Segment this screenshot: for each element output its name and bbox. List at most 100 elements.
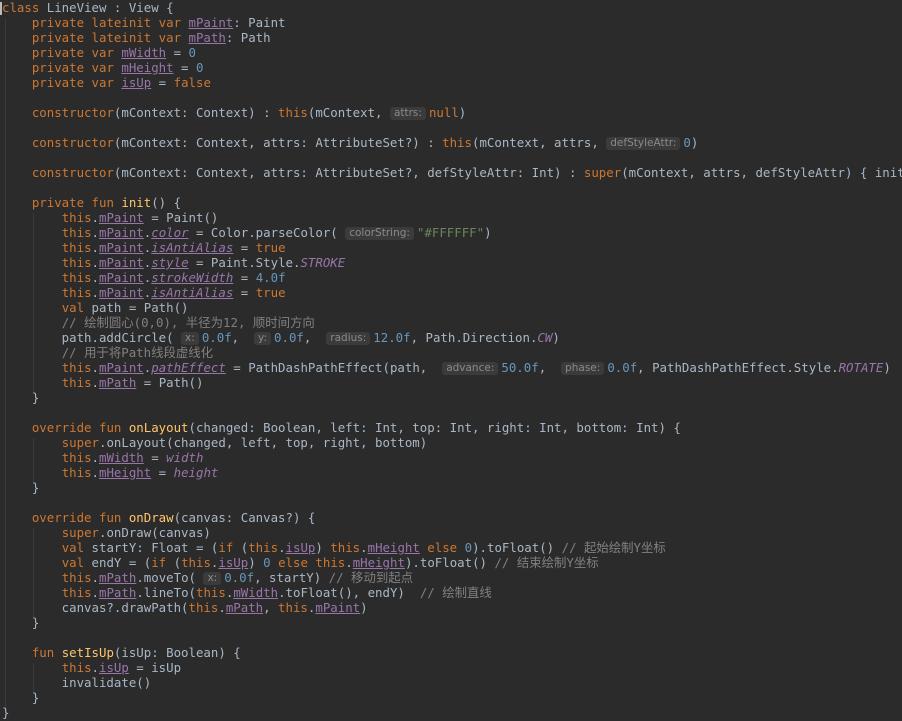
code-token: = (151, 75, 174, 90)
code-line[interactable]: override fun onLayout(changed: Boolean, … (2, 420, 681, 435)
parameter-hint: x: (181, 332, 199, 345)
parameter-hint: y: (254, 332, 272, 345)
code-comment: // 用于将Path线段虚线化 (61, 345, 214, 360)
code-line[interactable]: private fun init() { (2, 195, 181, 210)
code-line[interactable]: this.mPaint.pathEffect = PathDashPathEff… (2, 360, 891, 375)
code-token: path = Path() (91, 300, 189, 315)
code-line[interactable]: path.addCircle( x: 0.0f, y: 0.0f, radius: 1… (2, 330, 560, 345)
code-token: 0 (464, 540, 473, 555)
code-line[interactable]: super.onDraw(canvas) (2, 525, 211, 540)
code-line[interactable]: class LineView : View { (2, 0, 174, 15)
code-line[interactable]: this.mPath.moveTo( x: 0.0f, startY) // 移动… (2, 570, 413, 585)
code-token: class (2, 0, 47, 15)
code-line[interactable]: private lateinit var mPaint: Paint (2, 15, 286, 30)
code-token: (changed: Boolean, left: Int, top: Int, … (188, 420, 681, 435)
code-line[interactable]: val endY = (if (this.isUp) 0 else this.m… (2, 555, 599, 570)
code-line[interactable]: val startY: Float = (if (this.isUp) this… (2, 540, 666, 555)
code-line[interactable]: this.isUp = isUp (2, 660, 181, 675)
code-line[interactable]: } (2, 480, 39, 495)
code-token: mPaint (99, 255, 144, 270)
code-token: this (61, 570, 92, 585)
code-token: 4.0f (255, 270, 286, 285)
code-token: "#FFFFFF" (416, 225, 485, 240)
code-line[interactable]: val path = Path() (2, 300, 189, 315)
code-token: setIsUp (61, 645, 114, 660)
code-token: mHeight (99, 465, 152, 480)
code-token: mHeight (352, 555, 405, 570)
code-line[interactable]: constructor(mContext: Context, attrs: At… (2, 135, 698, 150)
code-token: this (61, 270, 92, 285)
code-token: this (61, 225, 92, 240)
code-token: . (278, 540, 286, 555)
code-token: constructor (31, 105, 114, 120)
code-token: this (196, 585, 226, 600)
code-token: ( (173, 555, 182, 570)
code-token: , startY) (254, 570, 329, 585)
code-line[interactable]: constructor(mContext: Context) : this(mC… (2, 105, 466, 120)
code-line[interactable]: // 用于将Path线段虚线化 (2, 345, 213, 360)
code-line[interactable]: this.mHeight = height (2, 465, 219, 480)
code-line[interactable]: // 绘制圆心(0,0), 半径为12, 顺时间方向 (2, 315, 315, 330)
code-line[interactable]: constructor(mContext: Context, attrs: At… (2, 165, 902, 180)
parameter-hint: x: (203, 572, 222, 585)
code-token: super (61, 435, 99, 450)
code-token: path.addCircle( (2, 330, 182, 345)
code-line[interactable]: canvas?.drawPath(this.mPath, this.mPaint… (2, 600, 368, 615)
code-line[interactable]: this.mPaint.color = Color.parseColor( co… (2, 225, 492, 240)
code-editor[interactable]: class LineView : View { private lateinit… (0, 0, 902, 721)
code-token: 50.0f (501, 360, 539, 375)
code-token: . (360, 540, 368, 555)
code-line[interactable]: override fun onDraw(canvas: Canvas?) { (2, 510, 316, 525)
code-line[interactable]: } (2, 705, 9, 720)
code-line[interactable]: } (2, 690, 39, 705)
code-line[interactable]: private var mWidth = 0 (2, 45, 196, 60)
code-line[interactable]: private lateinit var mPath: Path (2, 30, 271, 45)
code-line[interactable]: this.mPaint.style = Paint.Style.STROKE (2, 255, 346, 270)
code-line[interactable]: this.mPaint.isAntiAlias = true (2, 285, 286, 300)
code-line[interactable]: } (2, 615, 39, 630)
code-token: . (91, 255, 99, 270)
code-line[interactable]: this.mPaint.isAntiAlias = true (2, 240, 286, 255)
code-line[interactable]: super.onLayout(changed, left, top, right… (2, 435, 428, 450)
code-token: mPaint (188, 15, 234, 30)
code-token: (mContext, attrs, defStyleAttr) { init()… (621, 165, 902, 180)
code-token: private var (31, 45, 122, 60)
code-line[interactable]: this.mPath = Path() (2, 375, 204, 390)
code-comment: // 绘制直线 (419, 585, 492, 600)
code-token: startY: Float = ( (91, 540, 219, 555)
code-token: . (91, 660, 99, 675)
code-line[interactable]: this.mWidth = width (2, 450, 204, 465)
code-line[interactable]: this.mPaint.strokeWidth = 4.0f (2, 270, 286, 285)
code-line[interactable]: this.mPath.lineTo(this.mWidth.toFloat(),… (2, 585, 492, 600)
code-token: = Paint.Style. (188, 255, 301, 270)
code-token: ) (552, 330, 560, 345)
code-line[interactable]: invalidate() (2, 675, 152, 690)
code-line[interactable]: private var mHeight = 0 (2, 60, 204, 75)
code-token: ) (248, 555, 264, 570)
parameter-hint: attrs: (389, 107, 426, 120)
code-token: = Path() (136, 375, 204, 390)
code-line[interactable]: this.mPaint = Paint() (2, 210, 219, 225)
parameter-hint: colorString: (345, 227, 414, 240)
code-token: mHeight (367, 540, 420, 555)
code-token: .onLayout(changed, left, top, right, bot… (99, 435, 428, 450)
code-token: (mContext, attrs, (471, 135, 607, 150)
code-token: mPaint (315, 600, 361, 615)
code-token: val (61, 300, 92, 315)
code-comment: // 结束绘制Y坐标 (494, 555, 599, 570)
code-token: false (173, 75, 211, 90)
code-token: isUp (218, 555, 249, 570)
code-token: . (345, 555, 353, 570)
code-line[interactable]: private var isUp = false (2, 75, 211, 90)
code-line[interactable]: } (2, 390, 39, 405)
code-line[interactable]: fun setIsUp(isUp: Boolean) { (2, 645, 241, 660)
parameter-hint: radius: (326, 332, 371, 345)
code-token: mHeight (121, 60, 174, 75)
